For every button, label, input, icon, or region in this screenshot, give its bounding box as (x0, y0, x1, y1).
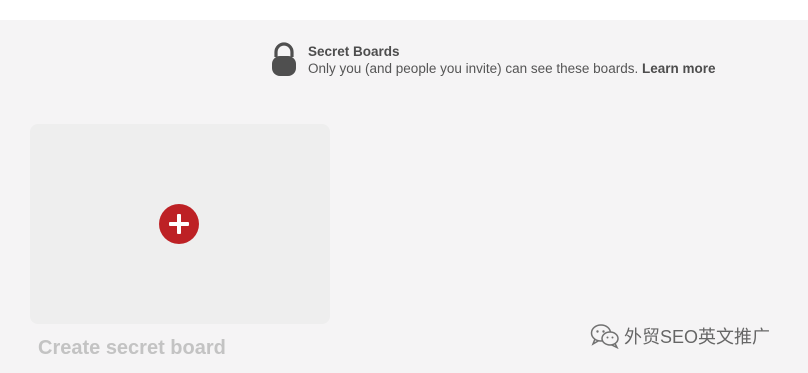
secret-boards-header: Secret Boards Only you (and people you i… (270, 42, 716, 78)
wechat-icon (590, 324, 619, 349)
learn-more-link[interactable]: Learn more (642, 61, 716, 76)
create-secret-board-label[interactable]: Create secret board (38, 337, 226, 360)
create-secret-board-card[interactable] (30, 124, 330, 324)
lock-icon (272, 42, 296, 76)
secret-boards-description-text: Only you (and people you invite) can see… (308, 60, 639, 76)
secret-boards-title: Secret Boards (308, 44, 400, 59)
watermark-text: 外贸SEO英文推广 (624, 327, 771, 347)
secret-boards-description: Only you (and people you invite) can see… (308, 60, 716, 76)
watermark: 外贸SEO英文推广 (590, 323, 770, 349)
plus-circle-icon[interactable] (159, 204, 199, 244)
top-bar (0, 0, 808, 20)
